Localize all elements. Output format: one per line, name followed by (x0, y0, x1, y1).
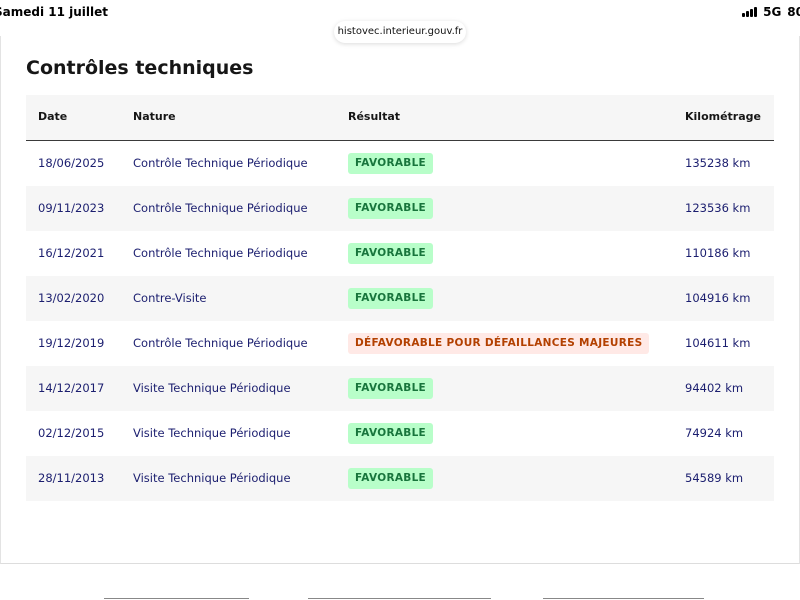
cell-km: 110186 km (685, 246, 751, 260)
cell-date: 28/11/2013 (38, 471, 105, 485)
header-km: Kilométrage (685, 110, 761, 123)
bottom-divider (104, 598, 249, 599)
cell-date: 14/12/2017 (38, 381, 105, 395)
result-badge: FAVORABLE (348, 288, 434, 309)
signal-icon (742, 7, 758, 17)
cell-date: 19/12/2019 (38, 336, 105, 350)
result-badge: FAVORABLE (348, 378, 434, 399)
battery-label: 80 (787, 5, 800, 19)
table-row: 16/12/2021 Contrôle Technique Périodique F… (26, 231, 774, 276)
cell-km: 104611 km (685, 336, 751, 350)
cell-km: 104916 km (685, 291, 751, 305)
table-row: 13/02/2020 Contre-Visite FAVORABLE 104916 k… (26, 276, 774, 321)
cell-km: 94402 km (685, 381, 744, 395)
cell-nature: Contrôle Technique Périodique (133, 156, 308, 170)
section-title: Contrôles techniques (26, 57, 254, 79)
cell-date: 16/12/2021 (38, 246, 105, 260)
cell-date: 09/11/2023 (38, 201, 105, 215)
network-label: 5G (763, 5, 782, 19)
bottom-divider (308, 598, 491, 599)
table-row: 09/11/2023 Contrôle Technique Périodique F… (26, 186, 774, 231)
table-row: 18/06/2025 Contrôle Technique Périodique F… (26, 141, 774, 186)
cell-nature: Contrôle Technique Périodique (133, 336, 308, 350)
header-nature: Nature (133, 110, 176, 123)
cell-km: 54589 km (685, 471, 744, 485)
result-badge: FAVORABLE (348, 423, 434, 444)
result-badge: DÉFAVORABLE POUR DÉFAILLANCES MAJEURES (348, 333, 650, 354)
cell-km: 135238 km (685, 156, 751, 170)
cell-date: 13/02/2020 (38, 291, 105, 305)
status-indicators: 5G 80 (742, 5, 800, 19)
cell-km: 123536 km (685, 201, 751, 215)
table-row: 14/12/2017 Visite Technique Périodique FAV… (26, 366, 774, 411)
status-date: Samedi 11 juillet (0, 5, 109, 19)
cell-date: 02/12/2015 (38, 426, 105, 440)
cell-nature: Contrôle Technique Périodique (133, 246, 308, 260)
cell-nature: Contrôle Technique Périodique (133, 201, 308, 215)
result-badge: FAVORABLE (348, 153, 434, 174)
table-body: 18/06/2025 Contrôle Technique Périodique F… (26, 141, 774, 501)
table-row: 02/12/2015 Visite Technique Périodique FAV… (26, 411, 774, 456)
cell-nature: Visite Technique Périodique (133, 426, 291, 440)
cell-nature: Visite Technique Périodique (133, 381, 291, 395)
result-badge: FAVORABLE (348, 198, 434, 219)
header-result: Résultat (348, 110, 401, 123)
header-date: Date (38, 110, 68, 123)
cell-date: 18/06/2025 (38, 156, 105, 170)
cell-km: 74924 km (685, 426, 744, 440)
result-badge: FAVORABLE (348, 468, 434, 489)
table-header: Date Nature Résultat Kilométrage (26, 95, 774, 141)
bottom-divider (543, 598, 704, 599)
inspections-table: Date Nature Résultat Kilométrage 18/06/2… (26, 95, 774, 501)
cell-nature: Visite Technique Périodique (133, 471, 291, 485)
table-row: 28/11/2013 Visite Technique Périodique FAV… (26, 456, 774, 501)
table-row: 19/12/2019 Contrôle Technique Périodique D… (26, 321, 774, 366)
cell-nature: Contre-Visite (133, 291, 207, 305)
result-badge: FAVORABLE (348, 243, 434, 264)
